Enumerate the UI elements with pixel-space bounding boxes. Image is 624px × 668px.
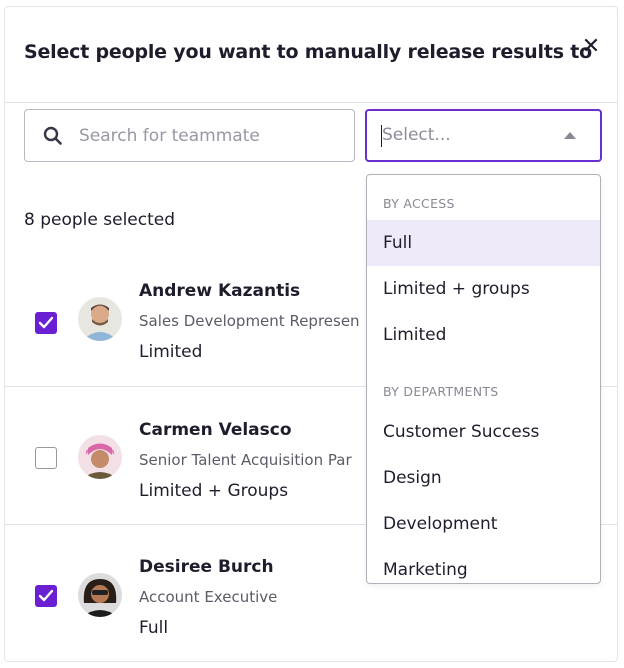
selected-count: 8 people selected: [24, 210, 176, 230]
person-checkbox[interactable]: [35, 447, 57, 469]
dropdown-group-label: BY DEPARTMENTS: [383, 384, 499, 399]
dropdown-option-customer-success[interactable]: Customer Success: [367, 409, 600, 455]
avatar: [78, 573, 122, 617]
modal-title: Select people you want to manually relea…: [24, 41, 592, 63]
search-input[interactable]: [79, 120, 341, 152]
close-icon[interactable]: ✕: [579, 35, 603, 59]
checkmark-icon: [38, 589, 54, 602]
dropdown-option-full[interactable]: Full: [367, 220, 600, 266]
person-role: Sales Development Represen: [139, 312, 360, 330]
person-role: Account Executive: [139, 588, 278, 606]
caret-up-icon[interactable]: [564, 132, 576, 139]
checkmark-icon: [38, 316, 54, 329]
access-select[interactable]: Select...: [365, 109, 602, 162]
search-field[interactable]: [24, 109, 355, 162]
person-name: Desiree Burch: [139, 557, 274, 577]
avatar: [78, 435, 122, 479]
modal-header: Select people you want to manually relea…: [5, 7, 617, 103]
person-access: Full: [139, 618, 169, 638]
person-checkbox[interactable]: [35, 312, 57, 334]
person-access: Limited + Groups: [139, 481, 289, 501]
dropdown-option-marketing[interactable]: Marketing: [367, 547, 600, 583]
person-name: Carmen Velasco: [139, 420, 292, 440]
dropdown-option-design[interactable]: Design: [367, 455, 600, 501]
avatar: [78, 297, 122, 341]
person-name: Andrew Kazantis: [139, 281, 301, 301]
select-placeholder: Select...: [382, 125, 451, 145]
release-results-modal: Select people you want to manually relea…: [4, 6, 618, 662]
search-icon: [43, 126, 62, 145]
person-access: Limited: [139, 342, 203, 362]
dropdown-group-label: BY ACCESS: [383, 196, 455, 211]
person-checkbox[interactable]: [35, 585, 57, 607]
dropdown-option-development[interactable]: Development: [367, 501, 600, 547]
select-dropdown-menu: BY ACCESS Full Limited + groups Limited …: [366, 174, 601, 584]
dropdown-option-limited[interactable]: Limited: [367, 312, 600, 358]
dropdown-option-limited-groups[interactable]: Limited + groups: [367, 266, 600, 312]
person-role: Senior Talent Acquisition Par: [139, 451, 352, 469]
